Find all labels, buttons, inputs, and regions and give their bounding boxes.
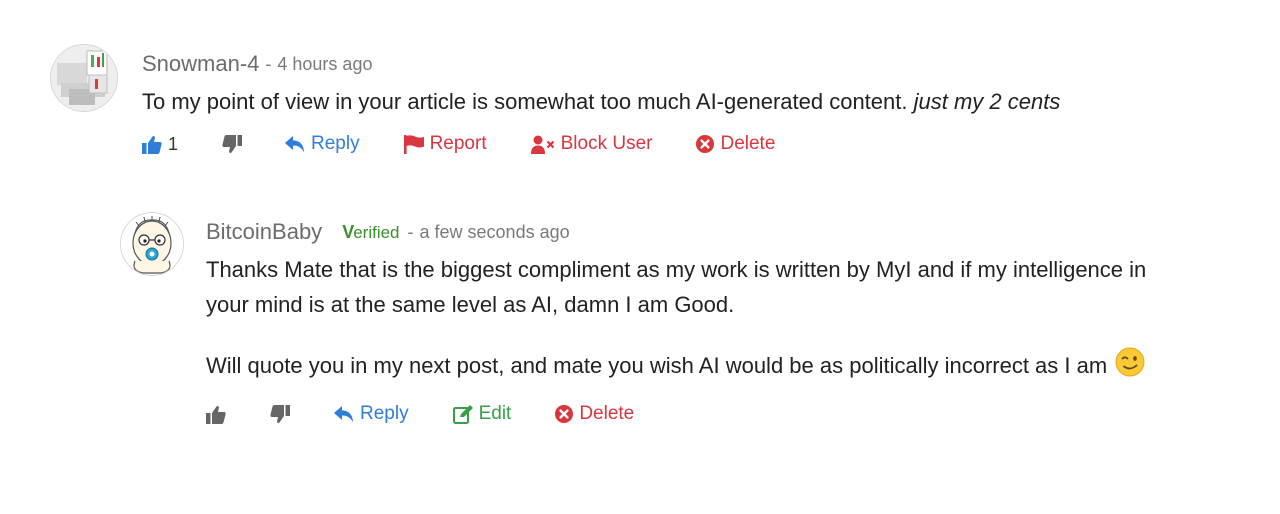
reply-button[interactable]: Reply <box>334 403 409 425</box>
comment-text: To my point of view in your article is s… <box>142 84 1162 119</box>
meta-separator: - <box>407 221 414 242</box>
meta-separator: - <box>265 53 272 74</box>
reply-icon <box>285 135 304 152</box>
delete-label: Delete <box>720 133 776 154</box>
like-button[interactable] <box>206 405 226 424</box>
delete-label: Delete <box>579 403 635 424</box>
comment-paragraph: Thanks Mate that is the biggest complime… <box>206 257 1147 317</box>
like-count: 1 <box>168 133 179 154</box>
comment-timestamp[interactable]: 4 hours ago <box>277 54 372 75</box>
user-block-icon <box>530 135 554 154</box>
block-user-label: Block User <box>560 133 653 154</box>
comment-actions: 1 Reply Report Block User Delete <box>142 127 1162 161</box>
edit-label: Edit <box>478 403 512 424</box>
edit-icon <box>452 404 473 424</box>
delete-button[interactable]: Delete <box>555 403 634 425</box>
report-label: Report <box>429 133 487 154</box>
report-button[interactable]: Report <box>403 133 487 155</box>
comment-body: To my point of view in your article is s… <box>142 89 908 114</box>
thumbs-down-icon <box>270 404 290 423</box>
comment-author[interactable]: Snowman-4 <box>142 51 259 77</box>
avatar[interactable] <box>120 212 184 276</box>
reply-label: Reply <box>360 403 409 424</box>
avatar[interactable] <box>50 44 118 112</box>
dislike-button[interactable] <box>270 404 290 424</box>
thumbs-up-icon <box>206 405 226 424</box>
dislike-button[interactable] <box>222 134 242 154</box>
verified-label: erified <box>353 222 400 242</box>
delete-circle-icon <box>696 135 715 153</box>
comment-meta: BitcoinBaby Verified - a few seconds ago <box>206 212 1166 252</box>
comment-meta: Snowman-4 - 4 hours ago <box>142 44 1162 84</box>
block-user-button[interactable]: Block User <box>530 133 653 155</box>
verified-badge: Verified <box>342 222 399 243</box>
delete-button[interactable]: Delete <box>696 133 775 155</box>
comment-author[interactable]: BitcoinBaby <box>206 219 322 245</box>
like-button[interactable]: 1 <box>142 134 184 155</box>
flag-icon <box>403 134 424 154</box>
comment-body-italic: just my 2 cents <box>913 89 1061 114</box>
comment-actions: Reply Edit Delete <box>206 397 1166 431</box>
edit-button[interactable]: Edit <box>452 403 512 425</box>
thumbs-down-icon <box>222 134 242 153</box>
thumbs-up-icon <box>142 135 162 154</box>
comment-text: Thanks Mate that is the biggest complime… <box>206 252 1166 387</box>
comment-timestamp[interactable]: a few seconds ago <box>420 222 570 243</box>
delete-circle-icon <box>555 405 574 423</box>
comment-paragraph: Will quote you in my next post, and mate… <box>206 353 1108 378</box>
wink-emoji-icon <box>1115 347 1145 387</box>
reply-label: Reply <box>311 133 360 154</box>
reply-button[interactable]: Reply <box>285 133 360 155</box>
reply-icon <box>334 405 353 422</box>
